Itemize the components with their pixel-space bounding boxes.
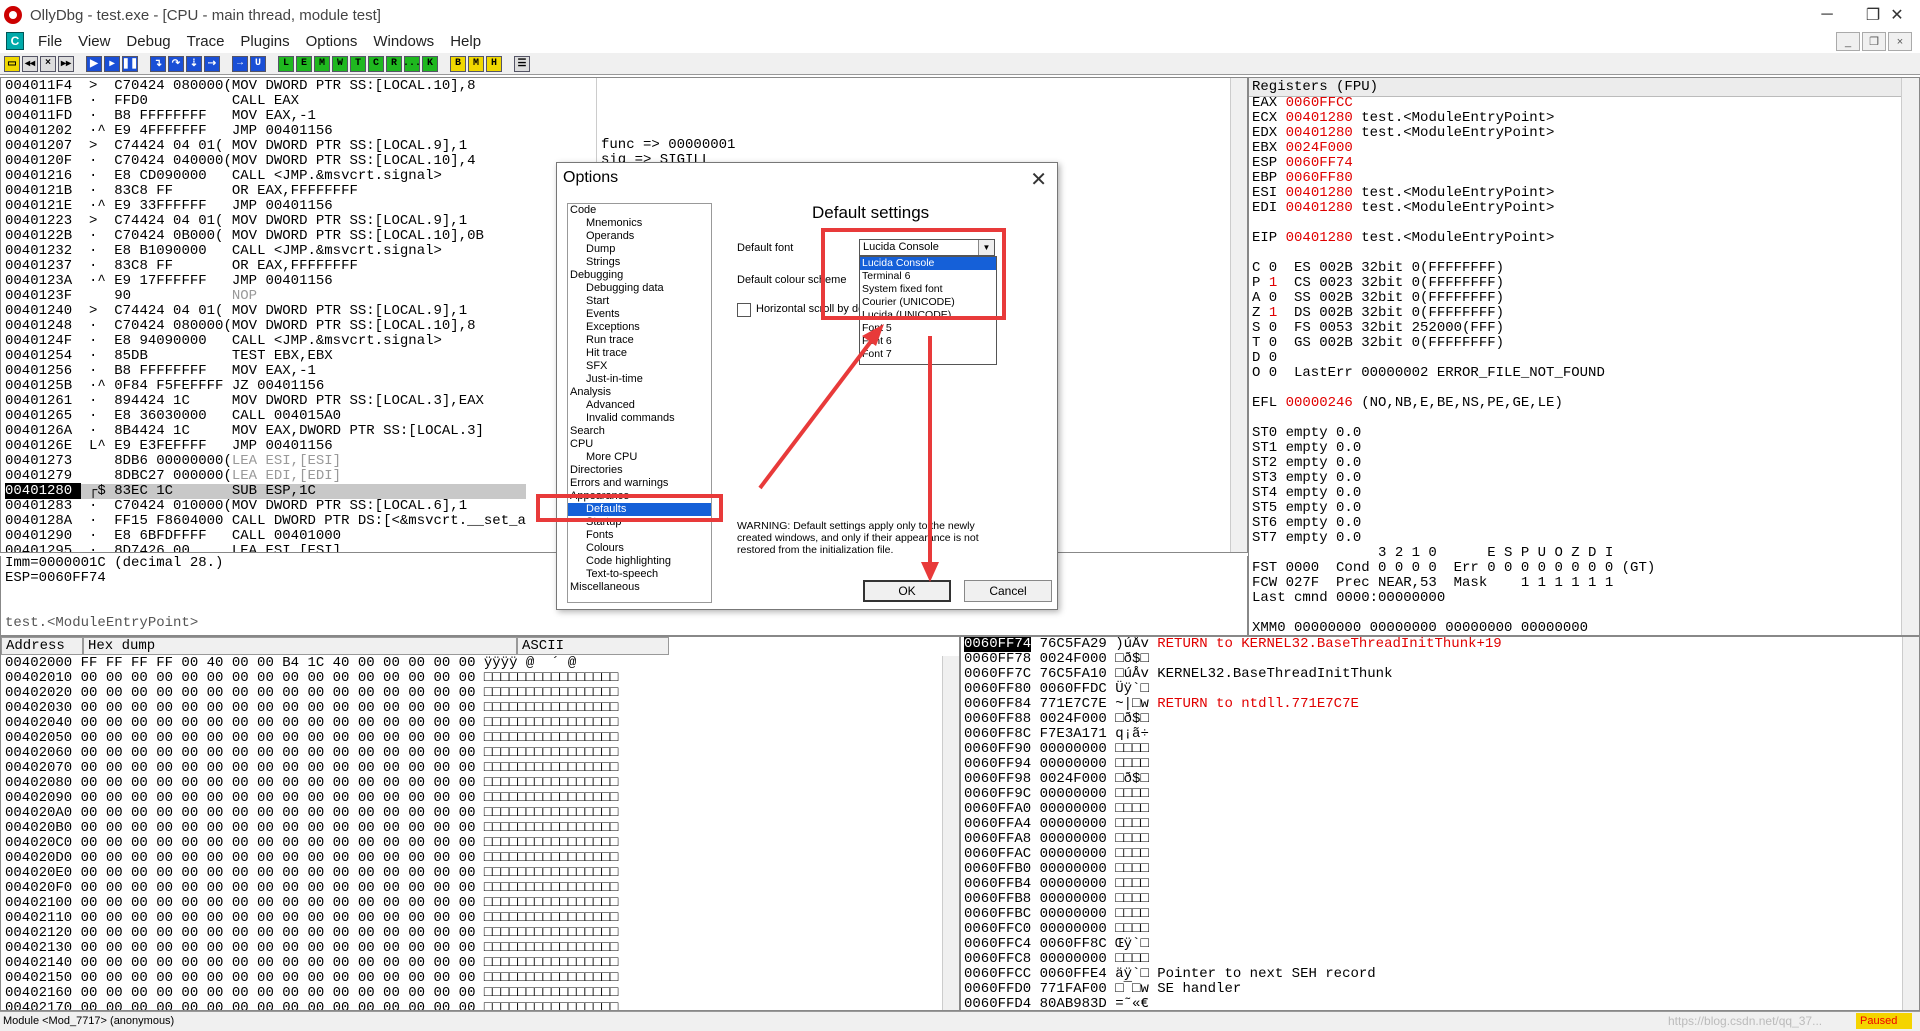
arrow-head-icon [862,324,884,346]
annotation-arrow-diagonal [758,338,874,490]
annotation-arrows [758,324,939,582]
arrow-head-down-icon [921,562,939,582]
